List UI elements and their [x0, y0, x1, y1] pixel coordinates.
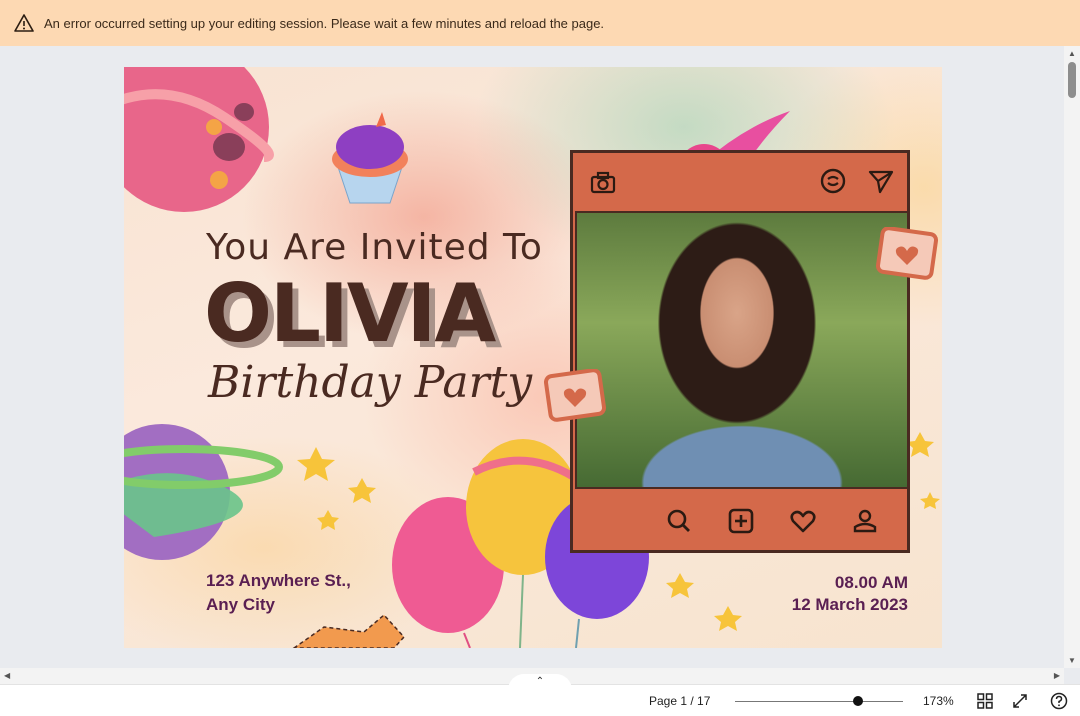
event-date: 12 March 2023: [791, 595, 908, 614]
camera-icon: [590, 171, 616, 194]
event-address[interactable]: 123 Anywhere St., Any City: [206, 569, 351, 617]
like-bubble-icon: [876, 227, 939, 280]
planet-bottom-left: [124, 424, 283, 560]
invitee-name[interactable]: OLIVIA: [204, 267, 496, 360]
event-datetime[interactable]: 08.00 AM 12 March 2023: [792, 572, 908, 616]
reels-icon: [820, 168, 846, 194]
chevron-up-icon: ⌃: [535, 676, 545, 687]
vertical-scroll-thumb[interactable]: [1068, 62, 1076, 98]
grid-view-icon[interactable]: [976, 692, 994, 710]
add-icon: [728, 508, 754, 534]
collapse-pages-button[interactable]: ⌃: [508, 674, 572, 690]
scroll-down-icon[interactable]: ▼: [1068, 656, 1076, 665]
profile-icon: [853, 509, 877, 533]
cupcake: [332, 112, 408, 204]
vertical-scrollbar[interactable]: ▲ ▼: [1064, 46, 1080, 668]
send-icon: [868, 170, 894, 194]
warning-icon: [14, 14, 34, 32]
scroll-left-icon[interactable]: ◀: [4, 671, 10, 680]
heart-icon: [790, 510, 816, 533]
scroll-right-icon[interactable]: ▶: [1054, 671, 1060, 680]
planet-top-left: [124, 67, 274, 212]
bottom-star-decoration: [292, 613, 406, 648]
event-title[interactable]: Birthday Party: [208, 357, 532, 408]
fullscreen-icon[interactable]: [1011, 692, 1029, 710]
scroll-up-icon[interactable]: ▲: [1068, 49, 1076, 58]
zoom-slider-handle[interactable]: [853, 696, 863, 706]
zoom-level[interactable]: 173%: [923, 694, 954, 708]
error-message: An error occurred setting up your editin…: [44, 15, 605, 31]
photo-frame[interactable]: [570, 150, 910, 553]
invitation-heading[interactable]: You Are Invited To: [206, 227, 543, 268]
event-time: 08.00 AM: [834, 573, 908, 592]
address-line-1: 123 Anywhere St.,: [206, 571, 351, 590]
portrait-photo: [575, 211, 909, 489]
design-page[interactable]: You Are Invited To OLIVIA Birthday Party…: [124, 67, 942, 648]
zoom-slider[interactable]: [735, 701, 903, 702]
help-icon[interactable]: [1050, 692, 1068, 710]
search-icon: [667, 509, 690, 532]
error-banner: An error occurred setting up your editin…: [0, 0, 1080, 46]
address-line-2: Any City: [206, 595, 275, 614]
like-bubble-icon: [544, 369, 607, 422]
page-indicator[interactable]: Page 1 / 17: [649, 694, 710, 708]
